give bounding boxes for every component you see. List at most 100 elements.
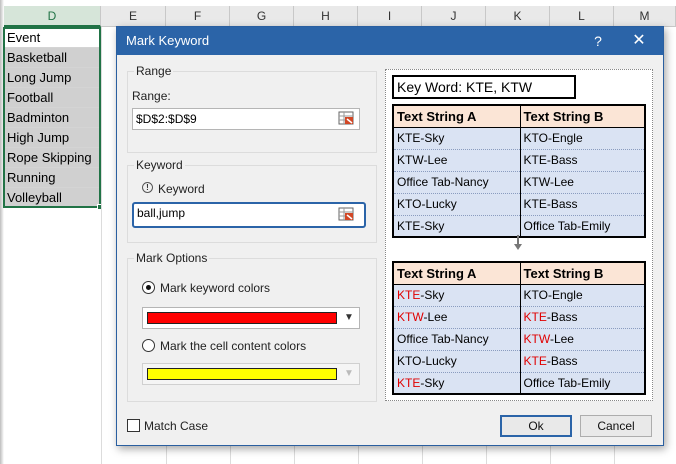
keyword-picker-icon[interactable] [338,207,356,223]
highlighted-keyword: KTE [397,288,421,302]
cell-text: Office Tab-Nancy [397,332,489,346]
after-table: Text String A Text String B KTE-Sky KTO-E… [392,261,646,395]
mark-cell-content-radio[interactable] [142,339,155,352]
before-header-a: Text String A [392,104,521,128]
before-table: Text String A Text String B KTE-Sky KTO-E… [392,104,646,238]
cell[interactable]: Volleyball [4,188,100,208]
table-row: KTO-Lucky KTE-Bass [393,350,646,373]
range-value: $D$2:$D$9 [136,112,197,126]
table-row: KTE-Sky KTO-Engle [393,127,646,150]
table-cell: Office Tab-Nancy [393,171,521,194]
before-header-b: Text String B [519,104,646,128]
cell-color-dropdown[interactable]: ▼ [142,363,360,385]
range-group: Range Range: $D$2:$D$9 [127,64,377,153]
column-header[interactable]: E [101,6,166,27]
keyword-group-title: Keyword [134,158,185,172]
cell-text: KTO-Engle [523,288,583,302]
ok-button[interactable]: Ok [500,415,572,437]
cell-text: -Bass [546,310,578,324]
table-cell: KTO-Lucky [393,193,521,216]
help-button[interactable]: ? [587,30,609,52]
range-picker-icon[interactable] [338,111,356,127]
cell[interactable]: High Jump [4,128,100,148]
range-group-title: Range [134,64,174,78]
table-cell: KTE-Sky [393,127,521,150]
keyword-color-swatch [147,312,337,324]
cell[interactable]: Event [4,28,100,48]
table-cell: KTE-Bass [520,149,646,172]
column-header[interactable]: D [4,6,101,27]
range-label: Range: [132,89,171,103]
column-header[interactable]: J [422,6,486,27]
highlighted-keyword: KTE [397,375,421,390]
table-cell: KTE-Bass [520,306,646,329]
dialog-title: Mark Keyword [126,33,210,48]
mark-keyword-colors-label: Mark keyword colors [160,281,271,295]
mark-keyword-colors-radio[interactable] [142,281,155,294]
cell-text: -Lee [549,332,574,346]
table-row: KTE-Sky KTO-Engle [393,284,646,307]
table-cell: KTE-Sky [393,215,521,238]
after-header-a: Text String A [392,261,521,285]
column-header[interactable]: F [166,6,230,27]
table-row: Office Tab-Nancy KTW-Lee [393,171,646,194]
table-cell: Office Tab-Emily [520,372,646,395]
table-cell: KTE-Sky [393,284,521,307]
table-cell: KTO-Engle [520,127,646,150]
title-bar[interactable]: Mark Keyword ? ✕ [117,27,663,55]
cell-text: -Lee [423,310,448,324]
table-row: KTW-Lee KTE-Bass [393,306,646,329]
cell[interactable]: Rope Skipping [4,148,100,168]
cell[interactable]: Basketball [4,48,100,68]
keyword-value: ball,jump [137,206,186,220]
column-header[interactable]: I [358,6,422,27]
chevron-down-icon: ▼ [344,368,354,379]
mark-cell-content-label: Mark the cell content colors [160,339,307,353]
cell-text: -Bass [546,354,578,368]
info-icon: ! [142,182,153,193]
cell-text: KTO-Lucky [397,354,457,368]
table-row: KTW-Lee KTE-Bass [393,149,646,172]
match-case-checkbox[interactable] [127,419,140,432]
highlighted-keyword: KTW [523,332,550,346]
table-cell: KTO-Engle [520,284,646,307]
table-row: KTO-Lucky KTE-Bass [393,193,646,216]
cell[interactable]: Badminton [4,108,100,128]
table-row: KTE-Sky Office Tab-Emily [393,215,646,238]
column-header[interactable]: K [486,6,550,27]
column-header[interactable]: H [294,6,358,27]
keyword-caption: Key Word: KTE, KTW [392,75,576,99]
table-cell: Office Tab-Emily [520,215,646,238]
cell-text: -Sky [420,375,445,390]
cell[interactable]: Football [4,88,100,108]
cell[interactable]: Long Jump [4,68,100,88]
grid-line [101,27,102,464]
cell-text: -Sky [420,288,445,302]
table-row: KTE-Sky Office Tab-Emily [393,372,646,395]
cell[interactable]: Running [4,168,100,188]
table-cell: KTW-Lee [520,328,646,351]
table-cell: Office Tab-Nancy [393,328,521,351]
range-input[interactable]: $D$2:$D$9 [132,108,360,130]
column-header[interactable]: M [614,6,676,27]
mark-options-title: Mark Options [134,251,210,265]
chevron-down-icon: ▼ [344,312,354,323]
highlighted-keyword: KTW [397,310,424,324]
highlighted-keyword: KTE [523,354,547,368]
after-table-body: KTE-Sky KTO-Engle KTW-Lee KTE-Bass Office Ta… [393,284,646,395]
arrow-down-icon [514,244,522,250]
mark-options-group: Mark Options Mark keyword colors ▼ Mark … [127,251,377,402]
fill-handle[interactable] [97,204,103,210]
column-header[interactable]: L [550,6,614,27]
keyword-input[interactable]: ball,jump [132,202,366,228]
close-button[interactable]: ✕ [627,30,651,52]
cell-text: Office Tab-Emily [523,375,611,390]
table-cell: KTW-Lee [520,171,646,194]
cancel-button[interactable]: Cancel [580,415,652,437]
table-cell: KTW-Lee [393,306,521,329]
cell-color-swatch [147,368,337,380]
keyword-color-dropdown[interactable]: ▼ [142,307,360,329]
column-header[interactable]: G [230,6,294,27]
before-table-body: KTE-Sky KTO-Engle KTW-Lee KTE-Bass Office Ta… [393,127,646,238]
match-case-label: Match Case [144,419,209,433]
